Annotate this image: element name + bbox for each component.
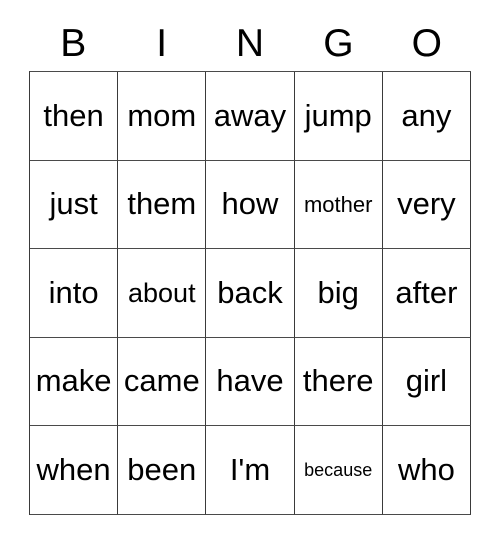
bingo-cell-label: any: [401, 97, 452, 133]
bingo-cell-label: who: [397, 451, 455, 487]
bingo-cell[interactable]: mother: [294, 160, 383, 250]
bingo-cell-label: into: [48, 274, 99, 310]
bingo-cell[interactable]: then: [30, 72, 119, 161]
bingo-cell-label: make: [35, 363, 112, 399]
bingo-cell[interactable]: who: [382, 426, 471, 515]
bingo-header-letter-b: B: [60, 21, 87, 65]
bingo-cell[interactable]: any: [382, 72, 471, 161]
bingo-cell[interactable]: mom: [118, 72, 207, 161]
bingo-cell[interactable]: because: [294, 426, 383, 515]
bingo-cell-label: about: [128, 277, 196, 308]
bingo-cell[interactable]: I'm: [206, 426, 295, 515]
bingo-cell-label: mother: [303, 191, 373, 217]
bingo-cell-label: have: [216, 363, 284, 399]
bingo-cell[interactable]: very: [382, 160, 471, 250]
bingo-cell[interactable]: have: [206, 337, 295, 427]
bingo-cell[interactable]: into: [30, 249, 119, 338]
bingo-cell-label: jump: [304, 97, 372, 133]
bingo-cell-label: back: [217, 274, 283, 310]
bingo-cell-label: there: [302, 363, 374, 399]
bingo-cell-label: because: [304, 459, 373, 480]
bingo-cell-label: how: [221, 186, 279, 222]
bingo-cell[interactable]: been: [118, 426, 207, 515]
bingo-grid: then mom away jump any just them how mot…: [29, 71, 471, 515]
bingo-header-letter-n: N: [235, 21, 265, 65]
bingo-cell[interactable]: big: [294, 249, 383, 338]
bingo-cell-label: very: [397, 186, 456, 222]
bingo-cell-label: away: [213, 97, 287, 133]
bingo-cell[interactable]: make: [30, 337, 119, 427]
bingo-header-row: B I N G O: [29, 18, 471, 68]
bingo-cell[interactable]: jump: [294, 72, 383, 161]
bingo-cell-label: came: [123, 363, 200, 399]
bingo-header-letter-i: I: [156, 21, 168, 65]
bingo-cell[interactable]: girl: [382, 337, 471, 427]
bingo-cell-label: then: [43, 97, 104, 133]
bingo-cell-label: been: [127, 451, 197, 487]
bingo-cell-label: mom: [127, 97, 197, 133]
bingo-cell[interactable]: about: [118, 249, 207, 338]
bingo-cell[interactable]: just: [30, 160, 119, 250]
bingo-cell[interactable]: them: [118, 160, 207, 250]
bingo-cell[interactable]: away: [206, 72, 295, 161]
bingo-cell[interactable]: when: [30, 426, 119, 515]
bingo-cell[interactable]: how: [206, 160, 295, 250]
bingo-cell-label: girl: [405, 363, 448, 399]
bingo-cell-label: when: [36, 451, 111, 487]
bingo-header-letter-o: O: [411, 21, 442, 65]
bingo-cell[interactable]: after: [382, 249, 471, 338]
bingo-cell-label: after: [395, 274, 458, 310]
bingo-header-letter-g: G: [323, 21, 354, 65]
bingo-card: B I N G O then mom away jump any just th…: [0, 0, 500, 544]
bingo-cell-label: I'm: [229, 451, 271, 487]
bingo-cell[interactable]: there: [294, 337, 383, 427]
bingo-cell[interactable]: back: [206, 249, 295, 338]
bingo-cell-label: just: [49, 186, 98, 222]
bingo-cell[interactable]: came: [118, 337, 207, 427]
bingo-cell-label: them: [127, 186, 197, 222]
bingo-cell-label: big: [317, 274, 359, 310]
